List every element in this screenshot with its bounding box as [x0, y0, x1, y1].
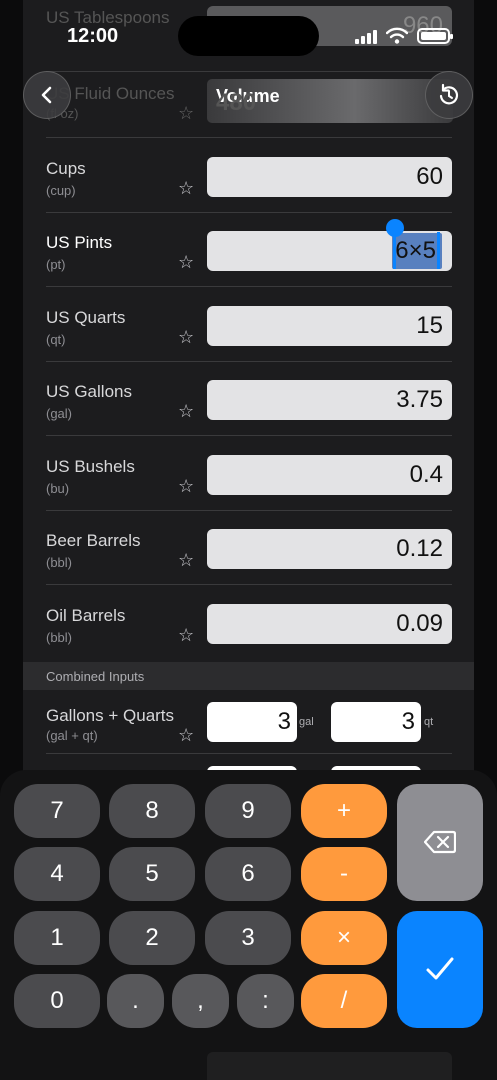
key-8[interactable]: 8 [109, 784, 195, 838]
row-divider [46, 435, 452, 436]
quarts-field[interactable]: 3 [331, 702, 421, 742]
list-item[interactable]: US Bushels (bu) ☆ 0.4 [23, 437, 474, 511]
value-field[interactable]: 0.12 [207, 529, 452, 569]
unit-name: Beer Barrels [46, 531, 141, 550]
list-item[interactable]: Beer Barrels (bbl) ☆ 0.12 [23, 511, 474, 585]
favorite-star-icon[interactable]: ☆ [178, 402, 194, 420]
list-item[interactable]: Cups (cup) ☆ 60 [23, 139, 474, 213]
unit-abbr: (bbl) [46, 555, 73, 570]
gallons-unit-label: gal [299, 716, 314, 728]
delete-button[interactable] [397, 784, 483, 901]
gallons-field[interactable]: 3 [207, 702, 297, 742]
key-4[interactable]: 4 [14, 847, 100, 901]
back-button[interactable] [23, 71, 71, 119]
active-value-text[interactable]: 6×5 [384, 231, 444, 271]
section-header: Combined Inputs [23, 662, 474, 690]
row-divider [46, 137, 452, 138]
key-decimal-point[interactable]: . [107, 974, 164, 1028]
hidden-field [207, 1052, 452, 1080]
key-7[interactable]: 7 [14, 784, 100, 838]
unit-abbr: (bbl) [46, 630, 73, 645]
list-item[interactable]: Oil Barrels (bbl) ☆ 0.09 [23, 586, 474, 660]
value-field[interactable]: 0.4 [207, 455, 452, 495]
unit-name: US Bushels [46, 457, 135, 476]
favorite-star-icon[interactable]: ☆ [178, 253, 194, 271]
unit-abbr: (gal) [46, 406, 73, 421]
list-item[interactable]: US Gallons (gal) ☆ 3.75 [23, 362, 474, 436]
favorite-star-icon[interactable]: ☆ [178, 179, 194, 197]
unit-abbr: (qt) [46, 332, 66, 347]
key-5[interactable]: 5 [109, 847, 195, 901]
row-divider [46, 753, 452, 754]
row-divider [46, 286, 452, 287]
unit-name: Cups [46, 159, 86, 178]
value-field[interactable]: 60 [207, 157, 452, 197]
key-multiply[interactable]: × [301, 911, 387, 965]
key-1[interactable]: 1 [14, 911, 100, 965]
unit-name: Oil Barrels [46, 606, 126, 625]
quarts-unit-label: qt [424, 716, 434, 728]
checkmark-icon [426, 957, 454, 980]
favorite-star-icon[interactable]: ☆ [178, 551, 194, 569]
status-time: 12:00 [67, 25, 119, 47]
faded-value: 480 [216, 89, 257, 116]
key-plus[interactable]: + [301, 784, 387, 838]
cellular-signal-icon [355, 30, 379, 44]
favorite-star-icon[interactable]: ☆ [178, 477, 194, 495]
value-field[interactable]: 15 [207, 306, 452, 346]
chevron-left-icon [41, 86, 52, 104]
section-title: Combined Inputs [46, 669, 145, 684]
numeric-keypad: 7 8 9 + 4 5 6 - 1 2 3 × 0 . , : / [0, 770, 497, 1080]
dynamic-island [178, 16, 319, 56]
converter-screen: US Tablespoons 960 US Fluid Ounces (fl o… [0, 0, 497, 1080]
key-comma[interactable]: , [172, 974, 229, 1028]
key-0[interactable]: 0 [14, 974, 100, 1028]
list-item[interactable]: US Quarts (qt) ☆ 15 [23, 288, 474, 362]
title-field[interactable]: Volume 480 [207, 79, 453, 123]
unit-name: US Gallons [46, 382, 132, 401]
rotate-ccw-icon [439, 83, 459, 105]
key-9[interactable]: 9 [205, 784, 291, 838]
confirm-button[interactable] [397, 911, 483, 1028]
unit-name: US Pints [46, 233, 113, 252]
row-divider [46, 584, 452, 585]
key-colon[interactable]: : [237, 974, 294, 1028]
key-2[interactable]: 2 [109, 911, 195, 965]
unit-name: Gallons + Quarts [46, 706, 175, 725]
unit-abbr: (bu) [46, 481, 70, 496]
reset-button[interactable] [425, 71, 473, 119]
unit-name: US Quarts [46, 308, 126, 327]
value-field[interactable]: 0.09 [207, 604, 452, 644]
favorite-star-icon[interactable]: ☆ [178, 104, 194, 122]
value-field[interactable]: 3.75 [207, 380, 452, 420]
unit-abbr: (gal + qt) [46, 728, 98, 743]
key-minus[interactable]: - [301, 847, 387, 901]
unit-abbr: (cup) [46, 183, 76, 198]
key-divide[interactable]: / [301, 974, 387, 1028]
favorite-star-icon[interactable]: ☆ [178, 328, 194, 346]
battery-icon [417, 28, 453, 44]
unit-abbr: (pt) [46, 257, 66, 272]
key-3[interactable]: 3 [205, 911, 291, 965]
favorite-star-icon[interactable]: ☆ [178, 626, 194, 644]
key-6[interactable]: 6 [205, 847, 291, 901]
favorite-star-icon[interactable]: ☆ [178, 726, 194, 744]
wifi-icon [386, 27, 408, 44]
backspace-icon [424, 830, 456, 854]
